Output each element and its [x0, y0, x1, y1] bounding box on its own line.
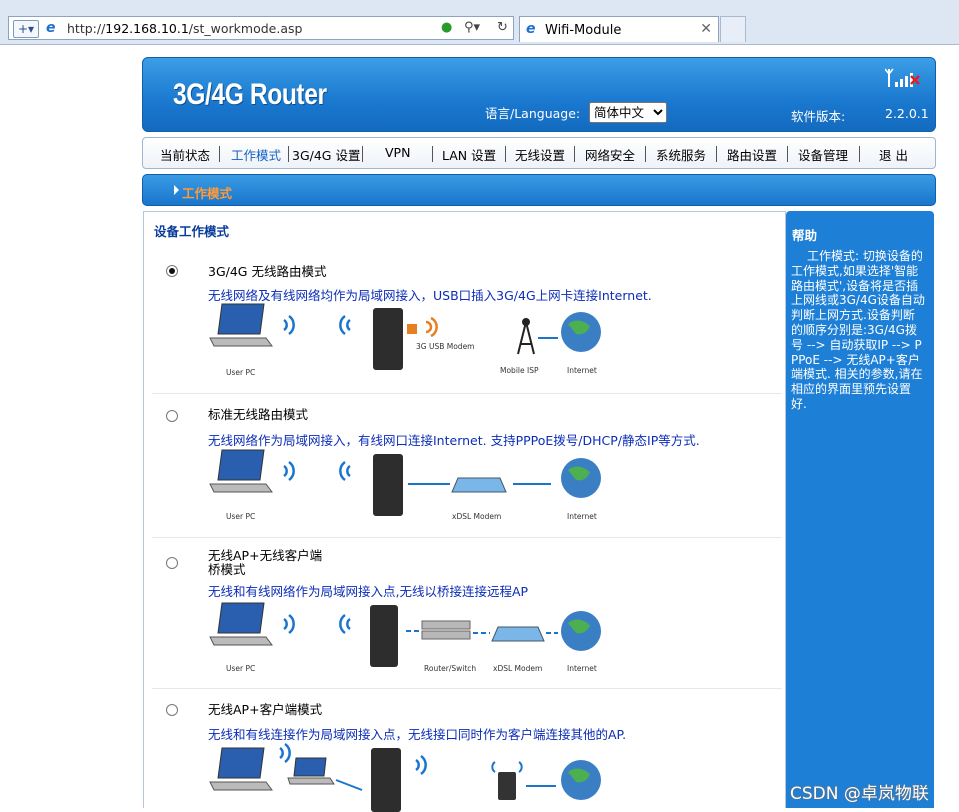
- mode-radio-standard[interactable]: [166, 410, 178, 422]
- watermark: CSDN @卓岚物联: [790, 784, 929, 804]
- browser-tab[interactable]: e Wifi-Module ✕: [519, 16, 719, 42]
- mode-title-line2: 桥模式: [208, 562, 246, 577]
- version-value: 2.2.0.1: [885, 106, 929, 121]
- language-select[interactable]: 简体中文: [589, 102, 667, 123]
- menu-system-services[interactable]: 系统服务: [656, 145, 706, 164]
- diagram-3g4g: [209, 303, 601, 370]
- close-tab-icon[interactable]: ✕: [700, 21, 712, 37]
- address-bar[interactable]: +▾ e http://192.168.10.1/st_workmode.asp…: [8, 16, 514, 40]
- main-menu: 当前状态 工作模式 3G/4G 设置 VPN LAN 设置 无线设置 网络安全 …: [142, 137, 936, 169]
- help-panel: 帮助 工作模式: 切换设备的工作模式,如果选择'智能路由模式',设备将是否插上网…: [786, 211, 934, 808]
- mode-title: 标准无线路由模式: [208, 407, 309, 422]
- mode-radio-ap-client[interactable]: [166, 704, 178, 716]
- breadcrumb-title: 工作模式: [182, 186, 233, 201]
- usb-modem-icon: [407, 324, 417, 334]
- version-label: 软件版本:: [791, 109, 846, 124]
- menu-3g4g-settings[interactable]: 3G/4G 设置: [292, 145, 360, 164]
- search-icon[interactable]: ⚲▾: [464, 20, 480, 35]
- ie-page-icon: e: [46, 20, 56, 36]
- router-logo: 3G/4G Router: [173, 78, 327, 111]
- mode-radio-bridge[interactable]: [166, 557, 178, 569]
- menu-status[interactable]: 当前状态: [160, 145, 210, 164]
- mode-desc: 无线网络作为局域网接入，有线网口连接Internet. 支持PPPoE拨号/DH…: [208, 433, 700, 448]
- mode-title: 3G/4G 无线路由模式: [208, 264, 327, 279]
- breadcrumb: 工作模式: [142, 174, 936, 206]
- menu-vpn[interactable]: VPN: [385, 145, 410, 160]
- help-text: 工作模式: 切换设备的工作模式,如果选择'智能路由模式',设备将是否插上网线或3…: [791, 249, 925, 411]
- menu-network-security[interactable]: 网络安全: [585, 145, 635, 164]
- menu-wireless-settings[interactable]: 无线设置: [515, 145, 565, 164]
- tower-icon: [517, 318, 535, 355]
- menu-workmode[interactable]: 工作模式: [231, 145, 281, 164]
- menu-lan-settings[interactable]: LAN 设置: [442, 145, 496, 164]
- browser-toolbar: +▾ e http://192.168.10.1/st_workmode.asp…: [0, 0, 959, 45]
- diagram-bridge: [209, 602, 601, 667]
- mode-title: 无线AP+无线客户端: [208, 548, 323, 563]
- signal-icon: [885, 68, 920, 87]
- favorites-add-icon[interactable]: +▾: [13, 20, 39, 38]
- mode-desc: 无线和有线网络作为局域网接入点,无线以桥接连接远程AP: [208, 584, 529, 599]
- diagram-ap-client: [209, 742, 601, 812]
- router-icon: [373, 308, 403, 370]
- ie-tab-icon: e: [526, 21, 536, 37]
- compatibility-icon[interactable]: ●: [441, 20, 452, 35]
- router-header: 3G/4G Router 语言/Language: 简体中文 软件版本: 2.2…: [142, 57, 936, 132]
- menu-route-settings[interactable]: 路由设置: [727, 145, 777, 164]
- laptop-icon: [209, 303, 273, 347]
- language-label: 语言/Language:: [485, 106, 581, 121]
- mode-title: 无线AP+客户端模式: [208, 702, 323, 717]
- section-title: 设备工作模式: [154, 224, 230, 239]
- menu-device-management[interactable]: 设备管理: [798, 145, 848, 164]
- help-title: 帮助: [792, 228, 818, 243]
- wifi-out-icon: [283, 314, 295, 336]
- breadcrumb-arrow-icon: [174, 185, 179, 195]
- mode-desc: 无线和有线连接作为局域网接入点，无线接口同时作为客户端连接其他的AP.: [208, 727, 627, 742]
- menu-logout[interactable]: 退 出: [879, 145, 908, 164]
- tab-title: Wifi-Module: [545, 23, 622, 38]
- new-tab-button[interactable]: [720, 16, 746, 42]
- url-text[interactable]: http://192.168.10.1/st_workmode.asp: [67, 21, 302, 36]
- mode-radio-3g4g[interactable]: [166, 265, 178, 277]
- wifi-in-icon: [339, 314, 351, 336]
- main-content: 设备工作模式 3G/4G 无线路由模式 无线网络及有线网络均作为局域网接入，US…: [143, 211, 786, 812]
- diagram-standard: [209, 449, 601, 516]
- refresh-icon[interactable]: ↻: [497, 20, 508, 35]
